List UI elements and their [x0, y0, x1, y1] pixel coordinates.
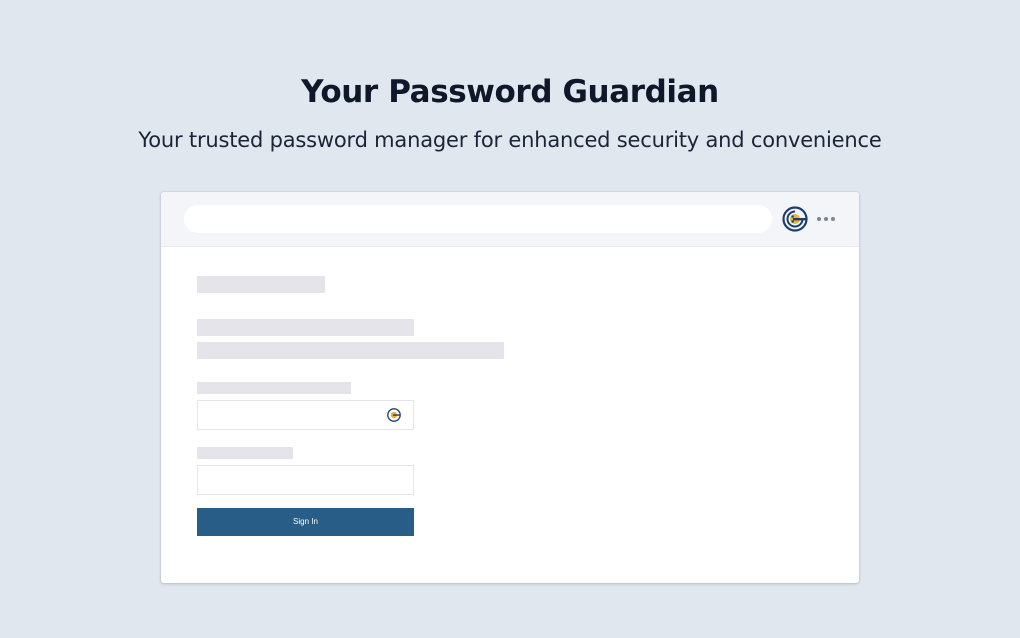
password-field[interactable] — [197, 465, 414, 495]
address-bar[interactable] — [184, 205, 772, 233]
password-guardian-logo-icon — [782, 206, 808, 232]
password-guardian-logo-icon[interactable] — [387, 408, 401, 422]
text-placeholder-line-2 — [197, 342, 504, 359]
page-title: Your Password Guardian — [301, 74, 719, 110]
page-subtitle: Your trusted password manager for enhanc… — [138, 128, 882, 152]
browser-toolbar — [161, 192, 859, 247]
sign-in-button[interactable]: Sign In — [197, 508, 414, 536]
username-field[interactable] — [197, 400, 414, 430]
more-horizontal-icon[interactable] — [817, 212, 835, 226]
heading-placeholder — [197, 276, 325, 293]
browser-window: Sign In — [161, 192, 859, 583]
username-label-placeholder — [197, 382, 351, 394]
password-guardian-extension-icon[interactable] — [782, 206, 808, 232]
password-label-placeholder — [197, 447, 293, 459]
text-placeholder-line-1 — [197, 319, 414, 336]
